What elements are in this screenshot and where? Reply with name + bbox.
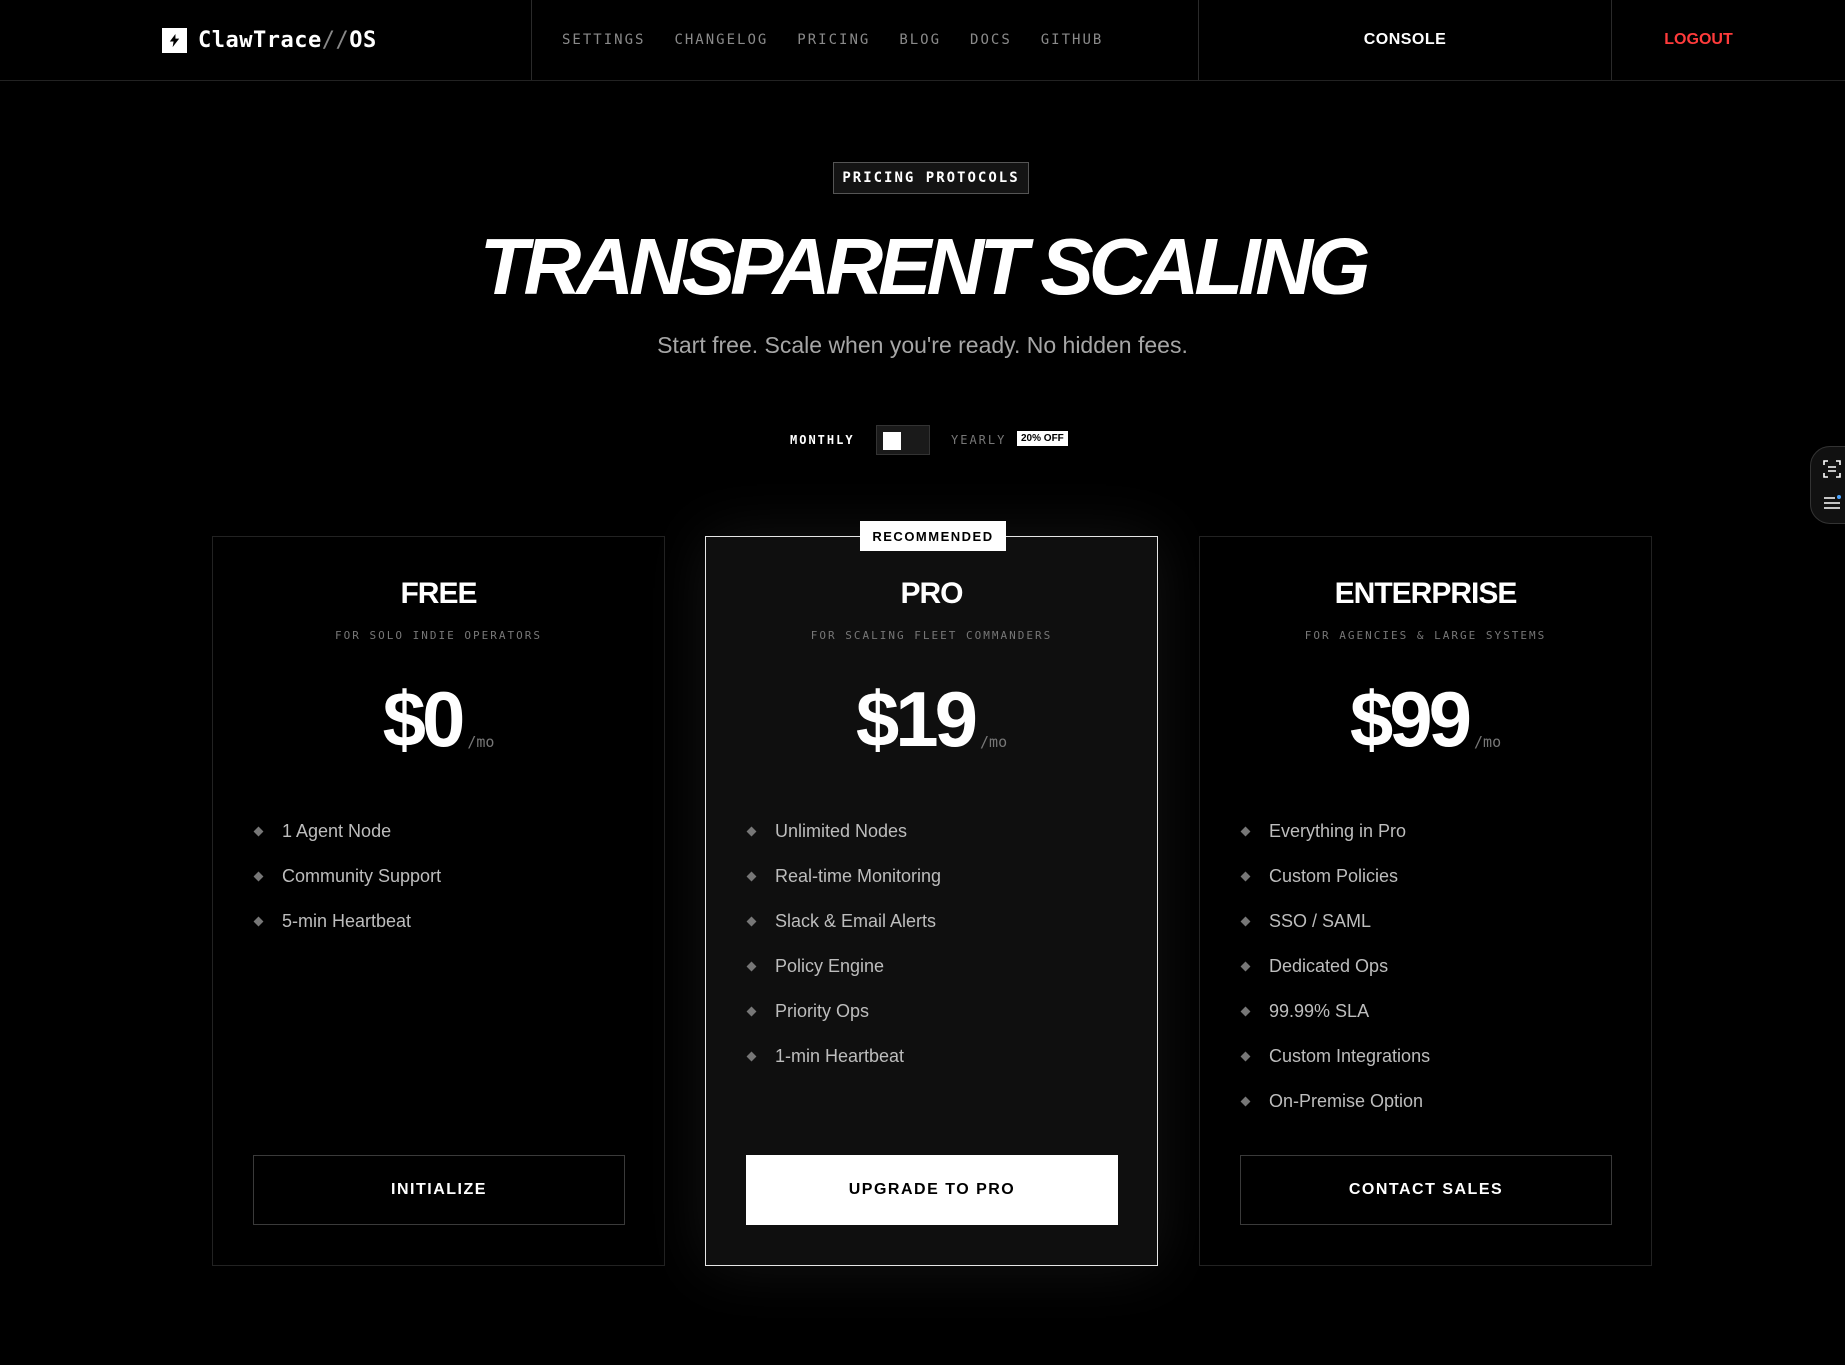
nav-github[interactable]: GITHUB [1041,32,1104,48]
list-item: On-Premise Option [1240,1079,1430,1124]
plan-name: ENTERPRISE [1334,577,1518,610]
diamond-bullet-icon [253,916,264,927]
console-link[interactable]: CONSOLE [1199,0,1612,80]
plan-card-pro: RECOMMENDED PRO FOR SCALING FLEET COMMAN… [705,521,1158,1266]
diamond-bullet-icon [1240,871,1251,882]
list-item: Community Support [253,854,441,899]
plan-card-enterprise: ENTERPRISE FOR AGENCIES & LARGE SYSTEMS … [1199,536,1652,1266]
list-item: 5-min Heartbeat [253,899,441,944]
price-row: $99 /mo [1200,677,1651,761]
plan-description: FOR AGENCIES & LARGE SYSTEMS [1304,629,1547,642]
list-item: Priority Ops [746,989,941,1034]
price-period: /mo [980,733,1008,751]
diamond-bullet-icon [1240,916,1251,927]
plan-description: FOR SCALING FLEET COMMANDERS [810,629,1053,642]
diamond-bullet-icon [253,871,264,882]
yearly-label[interactable]: YEARLY [951,433,1006,447]
plan-price: $0 [382,675,466,763]
list-item: Unlimited Nodes [746,809,941,854]
scan-icon[interactable] [1822,459,1842,479]
diamond-bullet-icon [1240,1096,1251,1107]
diamond-bullet-icon [746,961,757,972]
diamond-bullet-icon [1240,826,1251,837]
plan-name: PRO [900,577,963,610]
upgrade-to-pro-button[interactable]: UPGRADE TO PRO [746,1155,1118,1225]
diamond-bullet-icon [746,826,757,837]
switch-knob [883,432,901,450]
price-row: $19 /mo [706,677,1157,761]
nav-docs[interactable]: DOCS [970,32,1012,48]
top-navbar: ClawTrace//OS SETTINGS CHANGELOG PRICING… [0,0,1845,81]
discount-badge: 20% OFF [1017,431,1068,446]
list-item: 1 Agent Node [253,809,441,854]
list-item: SSO / SAML [1240,899,1430,944]
diamond-bullet-icon [746,871,757,882]
list-item: 99.99% SLA [1240,989,1430,1034]
contact-sales-button[interactable]: CONTACT SALES [1240,1155,1612,1225]
main-nav: SETTINGS CHANGELOG PRICING BLOG DOCS GIT… [532,0,1199,80]
recommended-badge: RECOMMENDED [860,521,1006,551]
nav-blog[interactable]: BLOG [899,32,941,48]
feature-list: 1 Agent Node Community Support 5-min Hea… [253,809,441,944]
feature-list: Everything in Pro Custom Policies SSO / … [1240,809,1430,1124]
diamond-bullet-icon [253,826,264,837]
logout-link[interactable]: LOGOUT [1612,0,1845,80]
list-item: 1-min Heartbeat [746,1034,941,1079]
plan-price: $19 [855,675,978,763]
brand[interactable]: ClawTrace//OS [0,0,532,80]
plan-name: FREE [400,577,477,610]
plan-price: $99 [1349,675,1472,763]
list-item: Real-time Monitoring [746,854,941,899]
billing-toggle-row: MONTHLY YEARLY 20% OFF [0,424,1845,456]
list-item: Custom Integrations [1240,1034,1430,1079]
list-icon[interactable] [1822,493,1842,513]
page-subtitle: Start free. Scale when you're ready. No … [657,332,1188,358]
plan-card-free: FREE FOR SOLO INDIE OPERATORS $0 /mo 1 A… [212,536,665,1266]
list-item: Policy Engine [746,944,941,989]
diamond-bullet-icon [1240,961,1251,972]
bolt-icon [162,27,187,53]
nav-settings[interactable]: SETTINGS [562,32,645,48]
diamond-bullet-icon [1240,1006,1251,1017]
diamond-bullet-icon [746,1006,757,1017]
pricing-tag: PRICING PROTOCOLS [833,162,1029,194]
billing-switch[interactable] [876,425,930,455]
list-item: Custom Policies [1240,854,1430,899]
monthly-label[interactable]: MONTHLY [790,433,855,447]
diamond-bullet-icon [746,1051,757,1062]
diamond-bullet-icon [1240,1051,1251,1062]
list-item: Everything in Pro [1240,809,1430,854]
list-item: Dedicated Ops [1240,944,1430,989]
feature-list: Unlimited Nodes Real-time Monitoring Sla… [746,809,941,1079]
brand-name: ClawTrace//OS [198,27,377,53]
nav-pricing[interactable]: PRICING [797,32,870,48]
price-period: /mo [1474,733,1502,751]
list-item: Slack & Email Alerts [746,899,941,944]
price-period: /mo [467,733,495,751]
nav-changelog[interactable]: CHANGELOG [674,32,768,48]
initialize-button[interactable]: INITIALIZE [253,1155,625,1225]
plan-description: FOR SOLO INDIE OPERATORS [335,629,542,642]
diamond-bullet-icon [746,916,757,927]
page-title: TRANSPARENT SCALING [479,222,1371,311]
side-widget [1810,446,1845,524]
price-row: $0 /mo [213,677,664,761]
